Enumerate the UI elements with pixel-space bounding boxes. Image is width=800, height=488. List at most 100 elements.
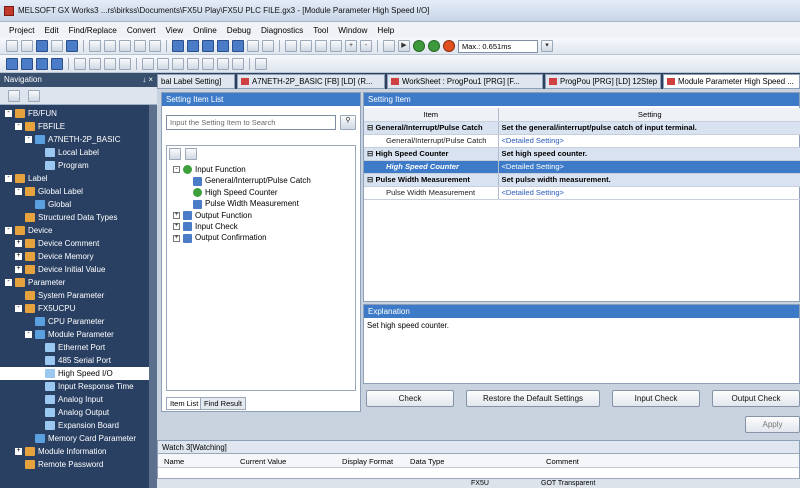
nav-item[interactable]: + Device Comment xyxy=(0,237,157,250)
setting-row[interactable]: High Speed Counter <Detailed Setting> xyxy=(364,160,800,174)
read-plc-icon[interactable] xyxy=(172,40,184,52)
device-batch-icon[interactable] xyxy=(247,40,259,52)
nav-item[interactable]: Program xyxy=(0,159,157,172)
expand-all-icon[interactable] xyxy=(169,148,181,160)
run-icon[interactable]: ▶ xyxy=(398,40,410,52)
redo-icon[interactable] xyxy=(149,40,161,52)
setting-tree-node[interactable]: General/Interrupt/Pulse Catch xyxy=(193,175,311,186)
monitor-stop-icon[interactable] xyxy=(232,40,244,52)
dropdown-arrow-icon[interactable]: ▾ xyxy=(541,40,553,52)
watch-icon[interactable] xyxy=(262,40,274,52)
nav-sort-icon[interactable] xyxy=(8,90,20,102)
expand-icon[interactable]: + xyxy=(15,265,22,273)
menu-help[interactable]: Help xyxy=(372,26,399,35)
nav-item[interactable]: Expansion Board xyxy=(0,419,157,432)
expand-icon[interactable]: + xyxy=(15,239,22,247)
nav-item[interactable]: - Module Parameter xyxy=(0,328,157,341)
zoom-in-icon[interactable]: + xyxy=(345,40,357,52)
apply-button[interactable]: Apply xyxy=(745,416,800,433)
nav-item[interactable]: Structured Data Types xyxy=(0,211,157,224)
menu-diagnostics[interactable]: Diagnostics xyxy=(256,26,308,35)
expand-icon[interactable]: + xyxy=(15,252,22,260)
monitor-icon[interactable] xyxy=(217,40,229,52)
nav-filter-icon[interactable] xyxy=(28,90,40,102)
nav-item[interactable]: Global xyxy=(0,198,157,211)
nav-item[interactable]: - Global Label xyxy=(0,185,157,198)
save-icon[interactable] xyxy=(36,40,48,52)
binoculars-search-icon[interactable]: ⚲ xyxy=(340,115,356,130)
navigation-pin-icon[interactable]: ↓ × xyxy=(142,73,153,87)
nav-item[interactable]: Ethernet Port xyxy=(0,341,157,354)
input-check-button[interactable]: Input Check xyxy=(612,390,700,407)
expand-icon[interactable]: + xyxy=(15,447,22,455)
editor-tab[interactable]: ProgPou [PRG] [LD] 12Step xyxy=(545,74,661,89)
program-tool-2-icon[interactable] xyxy=(157,57,169,70)
new-project-icon[interactable] xyxy=(6,40,18,52)
program-tool-5-icon[interactable] xyxy=(202,57,214,70)
nav-item[interactable]: CPU Parameter xyxy=(0,315,157,328)
menu-view[interactable]: View xyxy=(161,26,189,35)
setting-search-input[interactable]: Input the Setting Item to Search xyxy=(166,115,336,130)
statement-icon[interactable] xyxy=(300,40,312,52)
find-icon[interactable] xyxy=(330,40,342,52)
open-project-icon[interactable] xyxy=(21,40,33,52)
network-icon[interactable] xyxy=(383,40,395,52)
program-tool-4-icon[interactable] xyxy=(187,57,199,70)
setting-tree-node[interactable]: + Output Function xyxy=(173,210,252,221)
collapse-icon[interactable]: - xyxy=(5,109,12,117)
ladder-tool-4-icon[interactable] xyxy=(119,57,131,70)
cut-icon[interactable] xyxy=(89,40,101,52)
expand-icon[interactable]: + xyxy=(173,234,180,242)
nav-item[interactable]: 485 Serial Port xyxy=(0,354,157,367)
collapse-icon[interactable]: - xyxy=(15,304,22,312)
element-selection-icon[interactable] xyxy=(21,57,33,70)
undo-icon[interactable] xyxy=(134,40,146,52)
program-tool-3-icon[interactable] xyxy=(172,57,184,70)
tab-item-list[interactable]: Item List xyxy=(166,397,203,410)
cross-reference-icon[interactable] xyxy=(51,57,63,70)
collapse-icon[interactable]: - xyxy=(5,174,12,182)
collapse-all-icon[interactable] xyxy=(185,148,197,160)
collapse-icon[interactable]: - xyxy=(15,122,22,130)
setting-row-value[interactable]: <Detailed Setting> xyxy=(502,188,564,197)
tab-find-result[interactable]: Find Result xyxy=(200,397,246,410)
setting-row[interactable]: General/Interrupt/Pulse Catch <Detailed S… xyxy=(364,134,800,148)
nav-item[interactable]: - FBFILE xyxy=(0,120,157,133)
output-check-button[interactable]: Output Check xyxy=(712,390,800,407)
program-tool-icon[interactable] xyxy=(142,57,154,70)
setting-tree-node[interactable]: + Output Confirmation xyxy=(173,232,267,243)
nav-item[interactable]: Remote Password xyxy=(0,458,157,471)
collapse-icon[interactable]: - xyxy=(15,187,22,195)
editor-tab[interactable]: Module Parameter High Speed ... xyxy=(663,74,800,89)
output-window-icon[interactable] xyxy=(36,57,48,70)
note-icon[interactable] xyxy=(315,40,327,52)
nav-item[interactable]: - Device xyxy=(0,224,157,237)
nav-item[interactable]: - FB/FUN xyxy=(0,107,157,120)
nav-item[interactable]: + Device Initial Value xyxy=(0,263,157,276)
restore-defaults-button[interactable]: Restore the Default Settings xyxy=(466,390,600,407)
navigation-scrollbar[interactable] xyxy=(149,105,157,488)
menu-tool[interactable]: Tool xyxy=(308,26,333,35)
ladder-tool-icon[interactable] xyxy=(74,57,86,70)
setting-tree-node[interactable]: Pulse Width Measurement xyxy=(193,198,299,209)
menu-edit[interactable]: Edit xyxy=(39,26,63,35)
nav-item[interactable]: Local Label xyxy=(0,146,157,159)
setting-row[interactable]: ⊟ High Speed Counter Set high speed count… xyxy=(364,147,800,161)
editor-tab[interactable]: A7NETH-2P_BASIC [FB] [LD] (R... xyxy=(237,74,385,89)
setting-row[interactable]: Pulse Width Measurement <Detailed Setting… xyxy=(364,186,800,200)
copy-icon[interactable] xyxy=(104,40,116,52)
nav-item[interactable]: Input Response Time xyxy=(0,380,157,393)
setting-row[interactable]: ⊟ General/Interrupt/Pulse Catch Set the g… xyxy=(364,121,800,135)
program-tool-6-icon[interactable] xyxy=(217,57,229,70)
setting-row[interactable]: ⊟ Pulse Width Measurement Set pulse width… xyxy=(364,173,800,187)
nav-item[interactable]: - Label xyxy=(0,172,157,185)
menu-online[interactable]: Online xyxy=(188,26,222,35)
editor-tab[interactable]: WorkSheet : ProgPou1 [PRG] [F... xyxy=(387,74,543,89)
menu-convert[interactable]: Convert xyxy=(122,26,161,35)
nav-item[interactable]: System Parameter xyxy=(0,289,157,302)
collapse-icon[interactable]: - xyxy=(25,330,32,338)
ladder-tool-3-icon[interactable] xyxy=(104,57,116,70)
setting-tree-node[interactable]: - Input Function xyxy=(173,164,246,175)
collapse-icon[interactable]: - xyxy=(25,135,32,143)
nav-item[interactable]: High Speed I/O xyxy=(0,367,157,380)
